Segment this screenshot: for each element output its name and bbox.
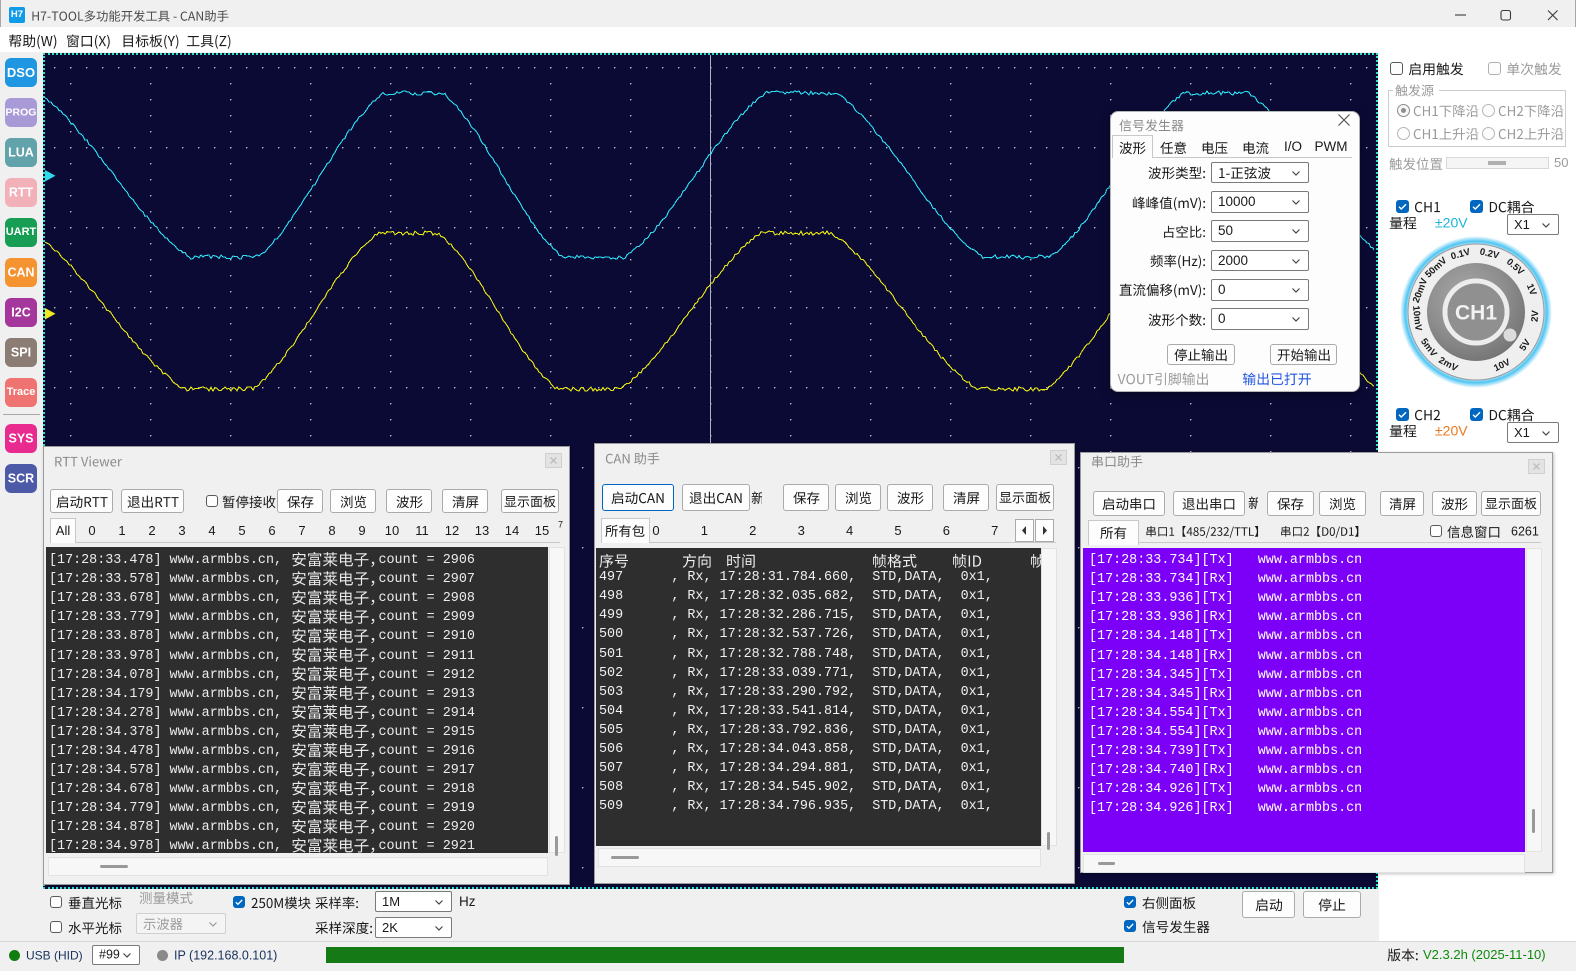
svg-text:CH1: CH1	[1455, 302, 1497, 325]
svg-text:2V: 2V	[1530, 309, 1542, 322]
